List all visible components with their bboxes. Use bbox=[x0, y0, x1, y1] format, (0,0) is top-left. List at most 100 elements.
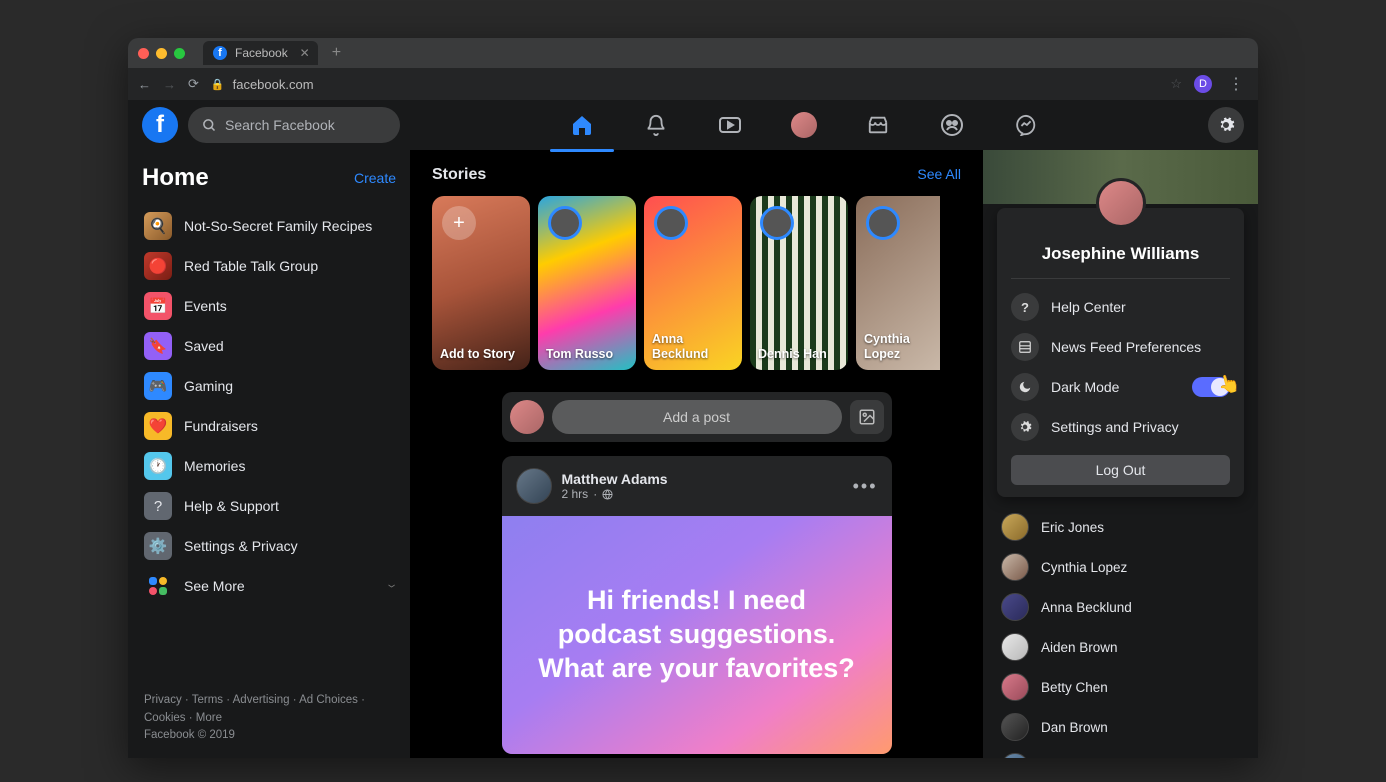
logout-button[interactable]: Log Out bbox=[1011, 455, 1230, 485]
story-card[interactable]: Dennis Han bbox=[750, 196, 848, 370]
groups-icon[interactable] bbox=[938, 111, 966, 139]
see-all-link[interactable]: See All bbox=[917, 166, 961, 184]
story-card[interactable]: Cynthia Lopez bbox=[856, 196, 940, 370]
footer-link[interactable]: Cookies bbox=[144, 712, 196, 724]
post-meta: 2 hrs · bbox=[562, 487, 668, 501]
menu-item[interactable]: Dark Mode bbox=[1011, 367, 1230, 407]
facebook-favicon-icon: f bbox=[213, 46, 227, 60]
footer-link[interactable]: Terms bbox=[192, 694, 233, 706]
footer-link[interactable]: Privacy bbox=[144, 694, 192, 706]
close-window-icon[interactable] bbox=[138, 48, 149, 59]
reload-button[interactable]: ⟳ bbox=[188, 76, 199, 92]
search-placeholder: Search Facebook bbox=[225, 117, 335, 133]
browser-menu-icon[interactable]: ⋮ bbox=[1224, 74, 1248, 94]
contact-item[interactable]: Anna Becklund bbox=[983, 587, 1258, 627]
footer-link[interactable]: Ad Choices bbox=[299, 694, 365, 706]
search-icon bbox=[202, 118, 217, 133]
sidebar-item-label: Help & Support bbox=[184, 498, 279, 514]
sidebar-item-label: Memories bbox=[184, 458, 245, 474]
sidebar-item[interactable]: ⚙️Settings & Privacy bbox=[138, 526, 400, 566]
star-icon[interactable]: ☆ bbox=[1170, 76, 1182, 92]
settings-menu: Josephine Williams ?Help CenterNews Feed… bbox=[997, 208, 1244, 497]
new-tab-button[interactable]: + bbox=[326, 44, 347, 62]
maximize-window-icon[interactable] bbox=[174, 48, 185, 59]
contact-item[interactable]: Eric Jones bbox=[983, 507, 1258, 547]
browser-tab[interactable]: f Facebook ✕ bbox=[203, 41, 318, 65]
app-root: f Search Facebook bbox=[128, 100, 1258, 758]
profile-avatar[interactable] bbox=[1096, 178, 1146, 228]
story-avatar bbox=[654, 206, 688, 240]
story-card[interactable]: Tom Russo bbox=[538, 196, 636, 370]
contact-name: Cynthia Lopez bbox=[1041, 560, 1127, 575]
marketplace-icon[interactable] bbox=[864, 111, 892, 139]
contact-item[interactable]: Cynthia Lopez bbox=[983, 547, 1258, 587]
sidebar-item-label: Gaming bbox=[184, 378, 233, 394]
add-post-input[interactable]: Add a post bbox=[552, 400, 842, 434]
contact-name: Eric Jones bbox=[1041, 520, 1104, 535]
story-card[interactable]: Anna Becklund bbox=[644, 196, 742, 370]
story-name: Cynthia Lopez bbox=[864, 332, 934, 362]
composer-avatar[interactable] bbox=[510, 400, 544, 434]
feed-icon bbox=[1011, 333, 1039, 361]
minimize-window-icon[interactable] bbox=[156, 48, 167, 59]
post-author-avatar[interactable] bbox=[516, 468, 552, 504]
sidebar-item[interactable]: ?Help & Support bbox=[138, 486, 400, 526]
contact-item[interactable]: Dan Brown bbox=[983, 707, 1258, 747]
sidebar-item[interactable]: ❤️Fundraisers bbox=[138, 406, 400, 446]
sidebar-item[interactable]: 📅Events bbox=[138, 286, 400, 326]
sidebar-item[interactable]: 🔖Saved bbox=[138, 326, 400, 366]
sidebar-item[interactable]: 🎮Gaming bbox=[138, 366, 400, 406]
watch-icon[interactable] bbox=[716, 111, 744, 139]
forward-button[interactable]: → bbox=[163, 77, 176, 92]
contact-item[interactable]: Aiden Brown bbox=[983, 627, 1258, 667]
moon-icon bbox=[1011, 373, 1039, 401]
close-tab-icon[interactable]: ✕ bbox=[300, 46, 310, 60]
sidebar-item[interactable]: 🕐Memories bbox=[138, 446, 400, 486]
menu-item-label: Dark Mode bbox=[1051, 379, 1119, 395]
browser-profile-button[interactable]: D bbox=[1194, 75, 1212, 93]
center-nav bbox=[568, 111, 1040, 139]
add-photo-button[interactable] bbox=[850, 400, 884, 434]
post-menu-icon[interactable]: ••• bbox=[853, 476, 878, 497]
post-body[interactable]: Hi friends! I need podcast suggestions. … bbox=[502, 516, 892, 754]
sidebar-item[interactable]: 🔴Red Table Talk Group bbox=[138, 246, 400, 286]
sidebar-item-label: Red Table Talk Group bbox=[184, 258, 318, 274]
browser-tabbar: f Facebook ✕ + bbox=[128, 38, 1258, 68]
messenger-icon[interactable] bbox=[1012, 111, 1040, 139]
create-link[interactable]: Create bbox=[354, 170, 396, 186]
sidebar-item[interactable]: 🍳 Not-So-Secret Family Recipes bbox=[138, 206, 400, 246]
footer-link[interactable]: More bbox=[196, 712, 222, 724]
profile-name[interactable]: Josephine Williams bbox=[1011, 244, 1230, 264]
contact-item[interactable]: Betty Chen bbox=[983, 667, 1258, 707]
add-story-card[interactable]: +Add to Story bbox=[432, 196, 530, 370]
lock-icon: 🔒 bbox=[211, 78, 225, 91]
menu-item[interactable]: ?Help Center bbox=[1011, 287, 1230, 327]
notifications-icon[interactable] bbox=[642, 111, 670, 139]
facebook-logo-icon[interactable]: f bbox=[142, 107, 178, 143]
sidebar-item-label: Saved bbox=[184, 338, 224, 354]
top-nav: f Search Facebook bbox=[128, 100, 1258, 150]
contact-avatar bbox=[1001, 673, 1029, 701]
post-author[interactable]: Matthew Adams bbox=[562, 471, 668, 487]
sidebar-item-label: Not-So-Secret Family Recipes bbox=[184, 218, 372, 234]
sidebar-item[interactable]: See More› bbox=[138, 566, 400, 606]
contact-avatar bbox=[1001, 633, 1029, 661]
profile-nav-avatar[interactable] bbox=[790, 111, 818, 139]
feed: Stories See All +Add to StoryTom RussoAn… bbox=[410, 150, 983, 758]
address-bar[interactable]: 🔒 facebook.com bbox=[211, 77, 1158, 92]
search-input[interactable]: Search Facebook bbox=[188, 107, 400, 143]
contact-name: Anna Becklund bbox=[1041, 600, 1132, 615]
dark-mode-toggle[interactable] bbox=[1192, 377, 1230, 397]
menu-item[interactable]: Settings and Privacy bbox=[1011, 407, 1230, 447]
contact-name: Betty Chen bbox=[1041, 680, 1108, 695]
menu-item[interactable]: News Feed Preferences bbox=[1011, 327, 1230, 367]
profile-cover bbox=[983, 150, 1258, 204]
story-label: Add to Story bbox=[440, 347, 524, 362]
home-icon[interactable] bbox=[568, 111, 596, 139]
sidebar-item-icon: ⚙️ bbox=[144, 532, 172, 560]
contact-item[interactable]: Henri Cook bbox=[983, 747, 1258, 758]
settings-button[interactable] bbox=[1208, 107, 1244, 143]
sidebar-item-icon: 🍳 bbox=[144, 212, 172, 240]
footer-link[interactable]: Advertising bbox=[233, 694, 299, 706]
back-button[interactable]: ← bbox=[138, 77, 151, 92]
